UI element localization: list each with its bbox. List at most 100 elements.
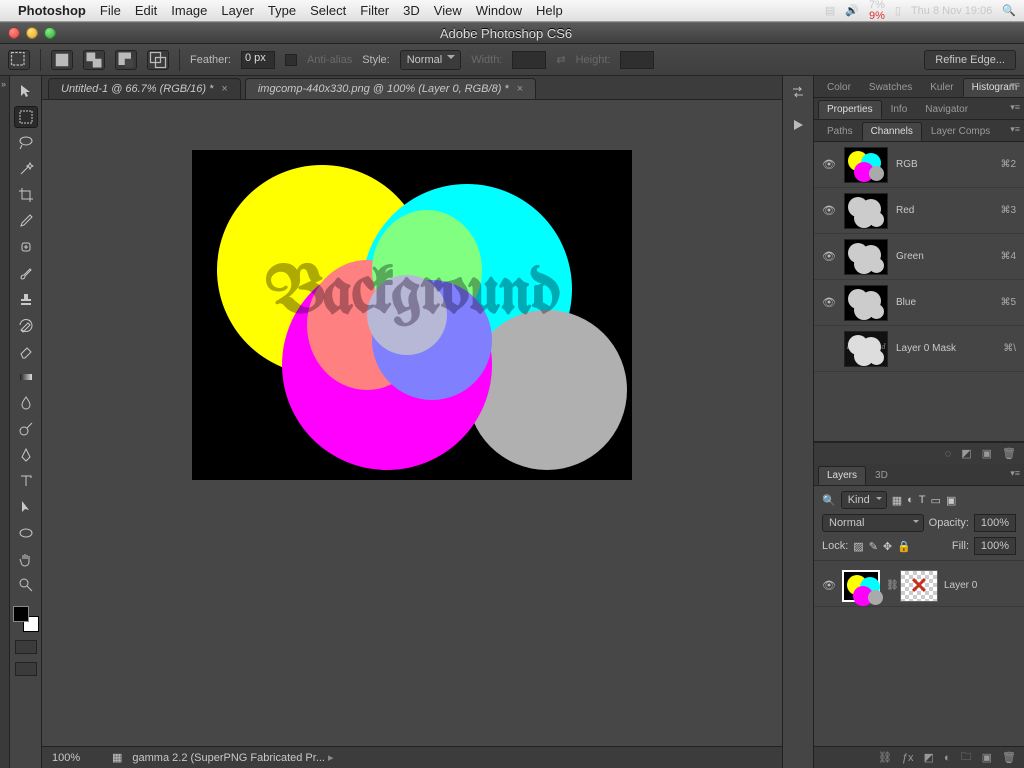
eyedropper-tool-icon[interactable] [14, 210, 38, 232]
menu-help[interactable]: Help [536, 3, 563, 18]
lock-position-icon[interactable]: ✥ [883, 540, 892, 553]
close-tab-icon[interactable]: × [517, 83, 523, 95]
feather-input[interactable]: 0 px [241, 51, 275, 69]
channel-layer0-mask[interactable]: 👁 Background Layer 0 Mask⌘\ [814, 326, 1024, 372]
doc-tab-1[interactable]: imgcomp-440x330.png @ 100% (Layer 0, RGB… [245, 78, 536, 99]
swap-panel-icon[interactable] [790, 84, 806, 103]
refine-edge-button[interactable]: Refine Edge... [924, 50, 1016, 70]
panel-menu-icon[interactable]: ▾≡ [1010, 102, 1020, 113]
tab-properties[interactable]: Properties [818, 100, 882, 119]
layer-mask-thumb[interactable] [900, 570, 938, 602]
tab-channels[interactable]: Channels [862, 122, 922, 141]
brush-tool-icon[interactable] [14, 262, 38, 284]
lock-all-icon[interactable]: 🔒 [897, 540, 911, 553]
wand-tool-icon[interactable] [14, 158, 38, 180]
delete-layer-icon[interactable]: 🗑 [1002, 751, 1016, 764]
tab-info[interactable]: Info [882, 100, 917, 119]
lock-pixels-icon[interactable]: ✎ [869, 540, 878, 553]
marquee-tool-icon[interactable] [14, 106, 38, 128]
gradient-tool-icon[interactable] [14, 366, 38, 388]
channel-blue[interactable]: 👁 Blue⌘5 [814, 280, 1024, 326]
stamp-tool-icon[interactable] [14, 288, 38, 310]
lock-transparent-icon[interactable]: ▨ [853, 540, 863, 553]
visibility-icon[interactable]: 👁 [822, 158, 836, 172]
eraser-tool-icon[interactable] [14, 340, 38, 362]
selection-new-icon[interactable] [51, 50, 73, 70]
tab-layercomps[interactable]: Layer Comps [922, 122, 999, 141]
status-info[interactable]: gamma 2.2 (SuperPNG Fabricated Pr... [132, 751, 772, 764]
history-brush-tool-icon[interactable] [14, 314, 38, 336]
tab-paths[interactable]: Paths [818, 122, 862, 141]
visibility-icon[interactable]: 👁 [822, 579, 836, 592]
new-layer-icon[interactable]: ▣ [982, 751, 992, 764]
load-selection-icon[interactable]: ◌ [945, 448, 952, 460]
path-select-tool-icon[interactable] [14, 496, 38, 518]
status-icon[interactable]: ▦ [112, 751, 122, 764]
play-panel-icon[interactable] [790, 117, 806, 136]
visibility-icon[interactable]: 👁 [822, 204, 836, 218]
filter-adjust-icon[interactable]: ◐ [907, 494, 914, 507]
layer-thumb[interactable] [842, 570, 880, 602]
type-tool-icon[interactable] [14, 470, 38, 492]
move-tool-icon[interactable] [14, 80, 38, 102]
menu-file[interactable]: File [100, 3, 121, 18]
selection-intersect-icon[interactable] [147, 50, 169, 70]
left-gutter[interactable] [0, 76, 10, 768]
tab-layers[interactable]: Layers [818, 466, 866, 485]
opacity-input[interactable]: 100% [974, 514, 1016, 532]
blend-mode-select[interactable]: Normal [822, 514, 924, 532]
new-channel-icon[interactable]: ▣ [982, 447, 992, 460]
layer-name[interactable]: Layer 0 [944, 580, 1016, 591]
screenmode-icon[interactable] [15, 662, 37, 676]
channel-green[interactable]: 👁 Green⌘4 [814, 234, 1024, 280]
menu-select[interactable]: Select [310, 3, 346, 18]
fill-input[interactable]: 100% [974, 537, 1016, 555]
layer-row-0[interactable]: 👁 ⛓ Layer 0 [814, 565, 1024, 607]
filter-type-icon[interactable]: T [919, 494, 926, 507]
panel-menu-icon[interactable]: ▾≡ [1010, 124, 1020, 135]
visibility-icon[interactable]: 👁 [822, 250, 836, 264]
selection-add-icon[interactable] [83, 50, 105, 70]
filter-shape-icon[interactable]: ▭ [931, 494, 941, 507]
crop-tool-icon[interactable] [14, 184, 38, 206]
panel-menu-icon[interactable]: ▾≡ [1010, 80, 1020, 91]
menu-image[interactable]: Image [171, 3, 207, 18]
tab-color[interactable]: Color [818, 78, 860, 97]
new-adjustment-icon[interactable]: ◐ [944, 752, 951, 764]
zoom-tool-icon[interactable] [14, 574, 38, 596]
shape-tool-icon[interactable] [14, 522, 38, 544]
menu-layer[interactable]: Layer [221, 3, 254, 18]
layer-fx-icon[interactable]: ƒx [902, 752, 914, 764]
menu-type[interactable]: Type [268, 3, 296, 18]
delete-channel-icon[interactable]: 🗑 [1002, 447, 1016, 460]
pen-tool-icon[interactable] [14, 444, 38, 466]
tool-preset-icon[interactable] [8, 50, 30, 70]
canvas[interactable]: Background [192, 150, 632, 480]
save-selection-icon[interactable]: ◩ [961, 447, 971, 460]
channel-rgb[interactable]: 👁 RGB⌘2 [814, 142, 1024, 188]
menu-app[interactable]: Photoshop [18, 3, 86, 18]
blur-tool-icon[interactable] [14, 392, 38, 414]
menu-edit[interactable]: Edit [135, 3, 157, 18]
layer-filter-select[interactable]: Kind [841, 491, 887, 509]
healing-tool-icon[interactable] [14, 236, 38, 258]
lasso-tool-icon[interactable] [14, 132, 38, 154]
volume-icon[interactable]: 🔊 [845, 4, 859, 17]
mask-link-icon[interactable]: ⛓ [886, 580, 894, 591]
add-mask-icon[interactable]: ◩ [924, 751, 934, 764]
color-swatch[interactable] [13, 606, 39, 632]
battery-icon[interactable]: ▯ [895, 4, 901, 17]
menu-window[interactable]: Window [476, 3, 522, 18]
dodge-tool-icon[interactable] [14, 418, 38, 440]
new-group-icon[interactable]: 🗀 [961, 748, 972, 767]
panel-menu-icon[interactable]: ▾≡ [1010, 468, 1020, 479]
tab-swatches[interactable]: Swatches [860, 78, 921, 97]
doc-tab-0[interactable]: Untitled-1 @ 66.7% (RGB/16) *× [48, 78, 241, 99]
selection-subtract-icon[interactable] [115, 50, 137, 70]
style-select[interactable]: Normal [400, 50, 461, 70]
tab-kuler[interactable]: Kuler [921, 78, 962, 97]
zoom-level[interactable]: 100% [52, 752, 102, 764]
menu-filter[interactable]: Filter [360, 3, 389, 18]
menu-view[interactable]: View [434, 3, 462, 18]
menubar-extras-icon[interactable]: ▤ [825, 4, 835, 17]
